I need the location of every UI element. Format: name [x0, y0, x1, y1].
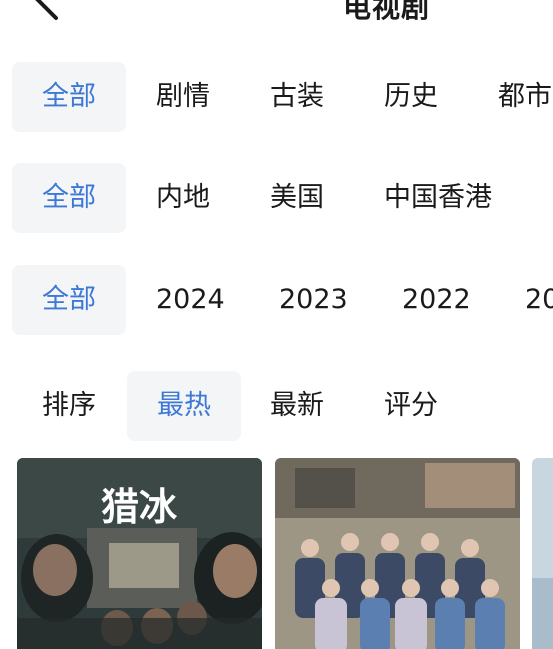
poster-card[interactable] [275, 458, 520, 649]
genre-chip-all[interactable]: 全部 [12, 62, 126, 132]
poster-image [532, 458, 553, 649]
poster-title-text: 猎冰 [101, 484, 178, 529]
poster-image: 猎冰 [17, 458, 262, 649]
genre-chip-drama[interactable]: 剧情 [156, 62, 210, 132]
sort-row: 排序 最热 最新 评分 [0, 371, 553, 441]
region-chip-all[interactable]: 全部 [12, 163, 126, 233]
header: 电视剧 [0, 0, 553, 40]
region-chip-hongkong[interactable]: 中国香港 [384, 163, 492, 233]
chevron-left-icon[interactable] [14, 0, 74, 30]
sort-chip-newest[interactable]: 最新 [270, 371, 324, 441]
region-filter-row: 全部 内地 美国 中国香港 [0, 163, 553, 235]
year-filter-row: 全部 2024 2023 2022 20 [0, 265, 553, 337]
sort-chip-rating[interactable]: 评分 [384, 371, 438, 441]
genre-chip-urban[interactable]: 都市 [498, 62, 552, 132]
year-chip-2024[interactable]: 2024 [156, 265, 225, 335]
genre-chip-history[interactable]: 历史 [384, 62, 438, 132]
page: 电视剧 全部 剧情 古装 历史 都市 全部 内地 美国 中国香港 全部 2024… [0, 0, 553, 649]
poster-grid: 猎冰 [0, 458, 553, 649]
genre-filter-row: 全部 剧情 古装 历史 都市 [0, 62, 553, 134]
sort-chip-hot[interactable]: 最热 [127, 371, 241, 441]
poster-image [275, 458, 520, 649]
region-chip-mainland[interactable]: 内地 [156, 163, 210, 233]
page-title: 电视剧 [343, 0, 431, 24]
year-chip-2022[interactable]: 2022 [402, 265, 471, 335]
poster-card[interactable]: 猎冰 [17, 458, 262, 649]
year-chip-partial[interactable]: 20 [525, 265, 553, 335]
year-chip-2023[interactable]: 2023 [279, 265, 348, 335]
poster-card[interactable] [532, 458, 553, 649]
year-chip-all[interactable]: 全部 [12, 265, 126, 335]
sort-label: 排序 [42, 390, 96, 421]
genre-chip-costume[interactable]: 古装 [270, 62, 324, 132]
region-chip-usa[interactable]: 美国 [270, 163, 324, 233]
